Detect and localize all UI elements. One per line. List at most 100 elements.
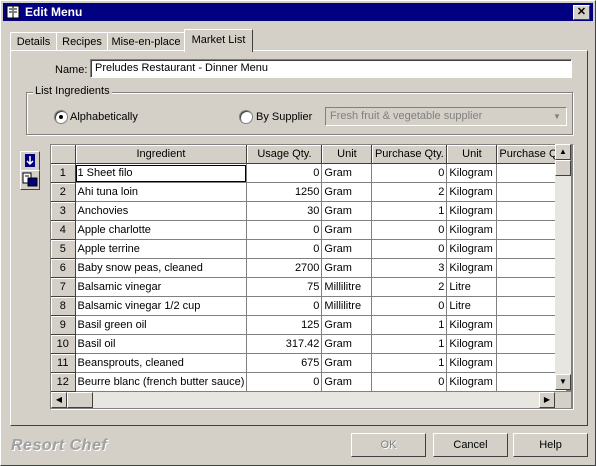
row-number-cell[interactable]: 4 [51, 220, 76, 240]
table-row[interactable]: 7 Balsamic vinegar 75 Millilitre 2 Litre [51, 277, 568, 297]
ingredient-cell[interactable]: Apple charlotte [75, 220, 248, 240]
scroll-left-button[interactable]: ◀ [51, 392, 67, 408]
by-supplier-label[interactable]: By Supplier [256, 111, 312, 123]
usage-qty-cell[interactable]: 0 [246, 296, 323, 316]
vertical-scrollbar[interactable]: ▲ ▼ [555, 144, 571, 390]
table-row[interactable]: 9 Basil green oil 125 Gram 1 Kilogram [51, 315, 568, 335]
purchase-qty-cell[interactable]: 2 [371, 277, 448, 297]
ingredient-cell[interactable]: 1 Sheet filo [75, 163, 248, 183]
usage-qty-cell[interactable]: 30 [246, 201, 323, 221]
column-header-unit[interactable]: Unit [321, 145, 373, 164]
purchase-qty-cell[interactable]: 1 [371, 334, 448, 354]
table-row[interactable]: 5 Apple terrine 0 Gram 0 Kilogram [51, 239, 568, 259]
horizontal-scrollbar[interactable]: ◀ ▶ [51, 392, 555, 408]
ingredient-cell[interactable]: Basil oil [75, 334, 248, 354]
tab-recipes[interactable]: Recipes [56, 32, 108, 51]
ok-button[interactable]: OK [351, 433, 426, 457]
unit-cell[interactable]: Gram [321, 315, 373, 335]
row-number-cell[interactable]: 1 [51, 163, 76, 183]
column-header-purchase-qty[interactable]: Purchase Qty. [371, 145, 448, 164]
row-number-cell[interactable]: 5 [51, 239, 76, 259]
unit-cell[interactable]: Gram [321, 201, 373, 221]
scroll-down-button[interactable]: ▼ [555, 374, 571, 390]
purchase-qty-cell[interactable]: 0 [371, 296, 448, 316]
alphabetically-label[interactable]: Alphabetically [70, 111, 138, 123]
ingredient-cell[interactable]: Baby snow peas, cleaned [75, 258, 248, 278]
title-bar[interactable]: Edit Menu ✕ [3, 3, 593, 21]
purchase-qty-cell[interactable]: 2 [371, 182, 448, 202]
unit-cell[interactable]: Gram [321, 239, 373, 259]
unit-cell[interactable]: Gram [321, 182, 373, 202]
purchase-qty-cell[interactable]: 0 [371, 239, 448, 259]
name-input[interactable]: Preludes Restaurant - Dinner Menu [90, 59, 572, 78]
tab-mise-en-place[interactable]: Mise-en-place [107, 32, 185, 51]
unit-cell[interactable]: Millilitre [321, 277, 373, 297]
usage-qty-cell[interactable]: 2700 [246, 258, 323, 278]
usage-qty-cell[interactable]: 0 [246, 220, 323, 240]
purchase-unit-cell[interactable]: Kilogram [446, 353, 498, 373]
usage-qty-cell[interactable]: 1250 [246, 182, 323, 202]
purchase-qty-cell[interactable]: 3 [371, 258, 448, 278]
usage-qty-cell[interactable]: 675 [246, 353, 323, 373]
purchase-unit-cell[interactable]: Kilogram [446, 258, 498, 278]
row-number-cell[interactable]: 8 [51, 296, 76, 316]
purchase-unit-cell[interactable]: Litre [446, 296, 498, 316]
table-row[interactable]: 11 Beansprouts, cleaned 675 Gram 1 Kilogram [51, 353, 568, 373]
row-number-cell[interactable]: 10 [51, 334, 76, 354]
move-to-button[interactable] [20, 170, 40, 190]
usage-qty-cell[interactable]: 0 [246, 163, 323, 183]
column-header-ingredient[interactable]: Ingredient [75, 145, 248, 164]
usage-qty-cell[interactable]: 0 [246, 239, 323, 259]
ingredient-cell[interactable]: Beansprouts, cleaned [75, 353, 248, 373]
purchase-qty-cell[interactable]: 0 [371, 220, 448, 240]
unit-cell[interactable]: Gram [321, 372, 373, 392]
row-number-cell[interactable]: 9 [51, 315, 76, 335]
ingredient-cell[interactable]: Basil green oil [75, 315, 248, 335]
ingredient-cell[interactable]: Beurre blanc (french butter sauce) [75, 372, 248, 392]
move-down-button[interactable] [20, 151, 40, 171]
ingredient-cell[interactable]: Balsamic vinegar 1/2 cup [75, 296, 248, 316]
ingredient-cell[interactable]: Balsamic vinegar [75, 277, 248, 297]
table-row[interactable]: 3 Anchovies 30 Gram 1 Kilogram [51, 201, 568, 221]
table-row[interactable]: 11 Sheet filo 0 Gram 0 Kilogram [51, 163, 568, 183]
by-supplier-radio[interactable] [239, 110, 253, 124]
ingredient-cell[interactable]: Anchovies [75, 201, 248, 221]
purchase-qty-cell[interactable]: 1 [371, 353, 448, 373]
ingredient-cell[interactable]: Apple terrine [75, 239, 248, 259]
column-header-purchase-unit[interactable]: Unit [446, 145, 498, 164]
row-number-cell[interactable]: 7 [51, 277, 76, 297]
cancel-button[interactable]: Cancel [433, 433, 508, 457]
usage-qty-cell[interactable]: 75 [246, 277, 323, 297]
purchase-unit-cell[interactable]: Kilogram [446, 315, 498, 335]
purchase-qty-cell[interactable]: 1 [371, 201, 448, 221]
row-number-cell[interactable]: 2 [51, 182, 76, 202]
table-row[interactable]: 6 Baby snow peas, cleaned 2700 Gram 3 Kilogra… [51, 258, 568, 278]
purchase-unit-cell[interactable]: Litre [446, 277, 498, 297]
close-button[interactable]: ✕ [573, 5, 590, 20]
purchase-unit-cell[interactable]: Kilogram [446, 182, 498, 202]
tab-market-list[interactable]: Market List [184, 29, 253, 52]
usage-qty-cell[interactable]: 317.42 [246, 334, 323, 354]
scroll-up-button[interactable]: ▲ [555, 144, 571, 160]
supplier-dropdown[interactable]: Fresh fruit & vegetable supplier ▼ [325, 107, 567, 126]
column-header-usage-qty[interactable]: Usage Qty. [246, 145, 323, 164]
purchase-unit-cell[interactable]: Kilogram [446, 239, 498, 259]
row-number-cell[interactable]: 11 [51, 353, 76, 373]
usage-qty-cell[interactable]: 0 [246, 372, 323, 392]
purchase-unit-cell[interactable]: Kilogram [446, 201, 498, 221]
table-row[interactable]: 8 Balsamic vinegar 1/2 cup 0 Millilitre 0 Lit… [51, 296, 568, 316]
purchase-qty-cell[interactable]: 0 [371, 163, 448, 183]
table-row[interactable]: 2 Ahi tuna loin 1250 Gram 2 Kilogram [51, 182, 568, 202]
unit-cell[interactable]: Gram [321, 334, 373, 354]
unit-cell[interactable]: Gram [321, 353, 373, 373]
row-number-cell[interactable]: 12 [51, 372, 76, 392]
ingredient-cell[interactable]: Ahi tuna loin [75, 182, 248, 202]
horizontal-scroll-thumb[interactable] [67, 392, 93, 408]
row-number-cell[interactable]: 6 [51, 258, 76, 278]
table-row[interactable]: 12 Beurre blanc (french butter sauce) 0 Gra… [51, 372, 568, 392]
unit-cell[interactable]: Gram [321, 258, 373, 278]
ingredient-grid[interactable]: Ingredient Usage Qty. Unit Purchase Qty.… [50, 144, 574, 410]
grid-corner-cell[interactable] [51, 145, 76, 164]
purchase-qty-cell[interactable]: 0 [371, 372, 448, 392]
tab-details[interactable]: Details [10, 32, 57, 51]
